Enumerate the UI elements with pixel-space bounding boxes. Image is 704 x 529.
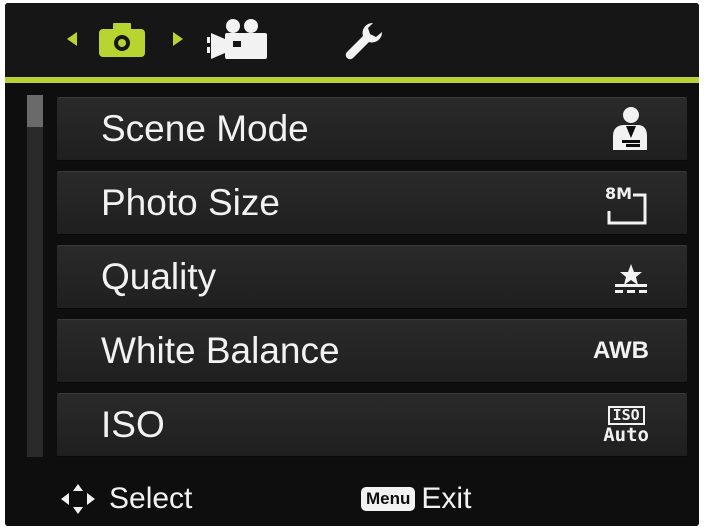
- menu-item-label: Scene Mode: [101, 108, 309, 149]
- left-arrow-icon[interactable]: [67, 32, 77, 46]
- scene-mode-value: [609, 98, 649, 160]
- iso-auto-icon: ISO Auto: [603, 405, 649, 446]
- exit-hint[interactable]: Menu Exit: [361, 483, 471, 515]
- select-hint: Select: [61, 483, 192, 515]
- scrollbar-thumb[interactable]: [27, 95, 43, 127]
- white-balance-value-text: AWB: [593, 337, 649, 364]
- menu-item-iso[interactable]: ISO ISO Auto: [57, 393, 687, 457]
- iso-value: ISO Auto: [603, 394, 649, 456]
- menu-item-label: Quality: [101, 256, 217, 297]
- tab-bar: [5, 3, 699, 77]
- menu-item-photo-size[interactable]: Photo Size 8M: [57, 171, 687, 235]
- menu-scrollbar[interactable]: [27, 95, 43, 457]
- image-size-text: 8M: [605, 184, 633, 203]
- menu-item-label: ISO: [101, 404, 165, 445]
- photo-size-value: 8M: [605, 172, 649, 234]
- menu-item-scene-mode[interactable]: Scene Mode: [57, 97, 687, 161]
- image-size-icon: 8M: [605, 184, 649, 225]
- iso-value-top: ISO: [607, 405, 645, 425]
- footer-hint-bar: Select Menu Exit: [5, 471, 699, 526]
- wrench-icon[interactable]: [345, 21, 385, 61]
- menu-key-icon: Menu: [361, 487, 416, 511]
- menu-item-quality[interactable]: Quality: [57, 245, 687, 309]
- video-camera-icon[interactable]: [205, 17, 269, 63]
- menu-item-label: White Balance: [101, 330, 340, 371]
- four-way-arrows-icon: [61, 484, 95, 514]
- camera-menu-screen: Scene Mode Photo Size 8M Quality White B…: [5, 3, 699, 526]
- iso-value-bottom: Auto: [603, 423, 649, 446]
- white-balance-value: AWB: [593, 320, 649, 382]
- select-label: Select: [109, 482, 193, 515]
- menu-item-white-balance[interactable]: White Balance AWB: [57, 319, 687, 383]
- tab-accent-line: [5, 77, 699, 83]
- menu-item-label: Photo Size: [101, 182, 280, 223]
- quality-value: [613, 246, 649, 308]
- quality-stars-icon: [615, 264, 647, 293]
- portrait-scene-icon: [613, 107, 647, 150]
- exit-label: Exit: [421, 482, 472, 515]
- right-arrow-icon[interactable]: [173, 32, 183, 46]
- camera-icon[interactable]: [99, 23, 145, 57]
